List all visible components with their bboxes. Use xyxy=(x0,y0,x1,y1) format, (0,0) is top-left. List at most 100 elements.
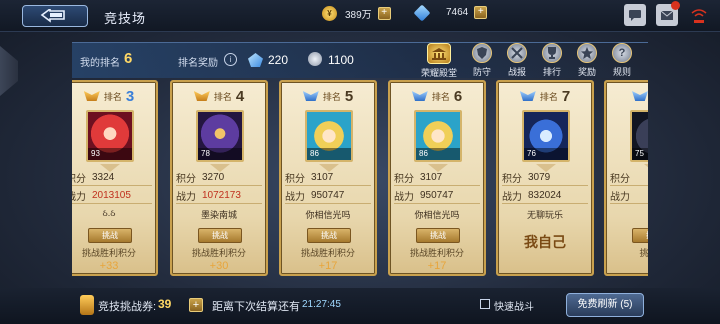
chat-icon[interactable] xyxy=(624,4,646,26)
myself-label: 我自己 xyxy=(524,234,566,250)
power-row: 战力 xyxy=(610,188,648,204)
hero-level: 75 xyxy=(632,148,648,160)
add-ticket-button[interactable]: + xyxy=(189,298,203,312)
rank-banner: 排名 5 xyxy=(281,86,375,106)
power-label: 战力 xyxy=(285,192,305,203)
rank-emblem-icon xyxy=(193,91,210,101)
settlement-label: 距离下次结算还有 xyxy=(212,301,300,313)
challenge-button[interactable]: 挑战 xyxy=(198,228,242,243)
power-label: 战力 xyxy=(176,192,196,203)
score-value: 3079 xyxy=(528,172,551,183)
rank-label: 排名 xyxy=(103,91,122,102)
win-points-value: +17 xyxy=(318,260,338,272)
rewards-label: 奖励 xyxy=(577,67,596,77)
add-coins-button[interactable]: + xyxy=(377,7,391,20)
win-points-value: +30 xyxy=(209,260,229,272)
ticket-icon xyxy=(80,295,94,315)
hero-level: 86 xyxy=(416,148,460,160)
add-gems-button[interactable]: + xyxy=(474,6,488,19)
player-name: ઠ.ઠ xyxy=(102,208,116,218)
player-name: 帝 xyxy=(610,208,648,221)
rank-emblem-icon xyxy=(302,91,319,101)
hero-portrait: 86 xyxy=(414,110,462,162)
opponent-cards: 排名 3 93 积分 3324 战力 2013105 ઠ.ઠ 挑战 挑战胜利积分… xyxy=(72,80,648,280)
power-row: 战力 2013105 xyxy=(72,188,152,204)
silver-coin-icon xyxy=(308,52,322,66)
my-card: 排名 7 76 积分 3079 战力 832024 无聊玩乐 我自己 xyxy=(496,80,594,276)
notification-badge-icon xyxy=(671,1,680,10)
battle-report-button[interactable]: 战报 xyxy=(500,43,534,79)
leaderboard-label: 排行 xyxy=(542,67,561,77)
rank-emblem-icon xyxy=(519,91,536,101)
score-label: 积分 xyxy=(394,174,414,185)
power-label: 战力 xyxy=(394,192,414,203)
challenge-button[interactable]: 挑战 xyxy=(632,228,648,243)
hero-level: 93 xyxy=(88,148,132,160)
score-row: 积分 3107 xyxy=(285,170,371,186)
coin-icon: ¥ xyxy=(322,6,337,21)
free-refresh-button[interactable]: 免费刷新 (5) xyxy=(566,293,644,317)
power-row: 战力 1072173 xyxy=(176,188,262,204)
score-label: 积分 xyxy=(285,174,305,185)
rank-emblem-icon xyxy=(411,91,428,101)
score-row: 积分 3107 xyxy=(394,170,480,186)
power-value: 950747 xyxy=(420,190,454,201)
win-points-value: +17 xyxy=(427,260,447,272)
question-mark-icon: ? xyxy=(612,43,632,63)
hall-of-glory-button[interactable]: 荣耀殿堂 xyxy=(421,43,457,79)
power-value: 832024 xyxy=(528,190,562,201)
defense-label: 防守 xyxy=(472,67,491,77)
opponent-card[interactable]: 排名 75 积分 战力 帝 挑战 挑战胜 xyxy=(604,80,648,276)
score-value: 3324 xyxy=(92,172,115,183)
reward-gem-amount: 220 xyxy=(268,53,289,67)
power-label: 战力 xyxy=(610,192,630,203)
opponent-card[interactable]: 排名 4 78 积分 3270 战力 1072173 墨染南城 挑战 挑战胜利积… xyxy=(170,80,268,276)
score-row: 积分 3079 xyxy=(502,170,588,186)
rank-banner: 排名 7 xyxy=(498,86,592,106)
challenge-button[interactable]: 挑战 xyxy=(88,228,132,243)
trophy-icon xyxy=(542,43,562,63)
rules-button[interactable]: ? 规则 xyxy=(605,43,639,79)
win-points-label: 挑战胜 xyxy=(639,248,648,258)
challenge-button[interactable]: 挑战 xyxy=(307,228,351,243)
diamond-icon xyxy=(248,53,263,67)
gem-balance: 7464 + xyxy=(413,4,488,21)
power-value: 950747 xyxy=(311,190,345,201)
hero-level: 76 xyxy=(524,148,568,160)
left-scroll-arrow-icon[interactable] xyxy=(0,46,18,96)
power-row: 战力 832024 xyxy=(502,188,588,204)
opponent-card[interactable]: 排名 6 86 积分 3107 战力 950747 你相信光吗 挑战 挑战胜利积… xyxy=(388,80,486,276)
opponent-card[interactable]: 排名 3 93 积分 3324 战力 2013105 ઠ.ઠ 挑战 挑战胜利积分… xyxy=(72,80,158,276)
rank-label: 排名 xyxy=(539,91,558,102)
quick-battle-label[interactable]: 快速战斗 xyxy=(494,298,534,313)
hero-level: 78 xyxy=(198,148,242,160)
opponent-card[interactable]: 排名 5 86 积分 3107 战力 950747 你相信光吗 挑战 挑战胜利积… xyxy=(279,80,377,276)
win-points-label: 挑战胜利积分 xyxy=(409,248,464,258)
defense-button[interactable]: 防守 xyxy=(465,43,499,79)
power-label: 战力 xyxy=(72,192,86,203)
hero-portrait: 76 xyxy=(522,110,570,162)
hero-portrait: 75 xyxy=(630,110,648,162)
hero-portrait: 78 xyxy=(196,110,244,162)
rank-banner: 排名 xyxy=(606,86,648,106)
leaderboard-button[interactable]: 排行 xyxy=(535,43,569,79)
info-icon[interactable]: i xyxy=(224,53,237,66)
battle-report-label: 战报 xyxy=(507,67,526,77)
score-label: 积分 xyxy=(72,174,86,185)
rewards-button[interactable]: 奖励 xyxy=(570,43,604,79)
quick-battle-checkbox[interactable] xyxy=(480,299,490,309)
challenge-button[interactable]: 挑战 xyxy=(416,228,460,243)
rules-label: 规则 xyxy=(612,67,631,77)
diamond-icon xyxy=(413,4,431,21)
win-points-label: 挑战胜利积分 xyxy=(300,248,355,258)
top-bar: 竞技场 ¥ 389万 + 7464 + xyxy=(0,0,720,32)
challenge-ticket-label: 竞技挑战券: xyxy=(98,301,157,313)
rank-banner: 排名 6 xyxy=(390,86,484,106)
rank-number: 5 xyxy=(344,87,354,105)
star-medal-icon xyxy=(577,43,597,63)
signal-icon xyxy=(688,4,710,26)
shield-icon xyxy=(472,43,492,63)
rank-reward-label: 排名奖励 xyxy=(178,58,218,69)
mail-icon[interactable] xyxy=(656,1,680,26)
back-button[interactable] xyxy=(22,5,88,27)
